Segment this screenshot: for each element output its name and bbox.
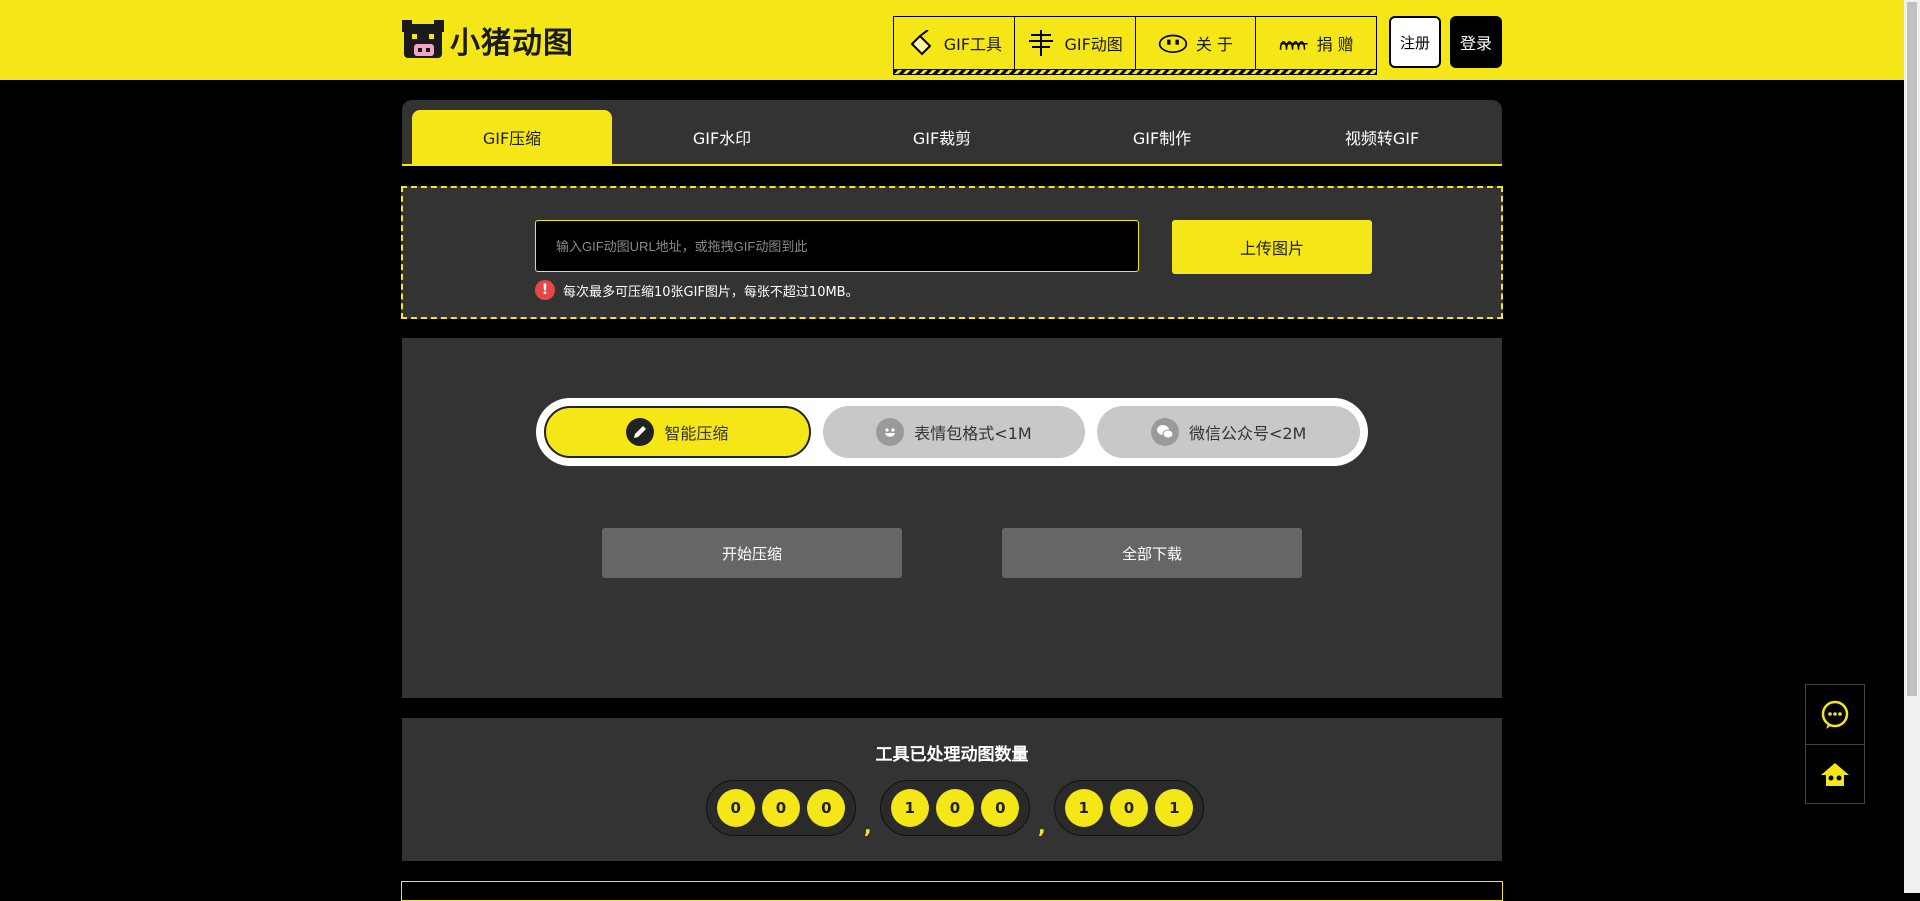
- tab-gif-compress[interactable]: GIF压缩: [412, 110, 612, 164]
- nav-gif-tools[interactable]: GIF工具: [894, 17, 1015, 69]
- mode-smart-compress[interactable]: 智能压缩: [544, 406, 811, 458]
- next-section-border: [401, 881, 1503, 901]
- main-nav: GIF工具 GIF动图 关 于 捐 赠: [893, 16, 1377, 75]
- counter-digit: 0: [1109, 789, 1148, 827]
- floating-widgets: [1805, 684, 1865, 804]
- processed-counter: 工具已处理动图数量 0 0 0 , 1 0 0 , 1 0 1: [402, 718, 1502, 861]
- compress-mode-selector: 智能压缩 表情包格式<1M 微信公众号<2M: [536, 398, 1368, 466]
- signpost-icon: [1029, 30, 1054, 56]
- back-to-top-icon: [1821, 762, 1849, 786]
- upload-tip: ! 每次最多可压缩10张GIF图片，每张不超过10MB。: [535, 280, 859, 300]
- logo-text: 小猪动图: [450, 26, 574, 61]
- login-button[interactable]: 登录: [1450, 16, 1502, 68]
- nav-label: GIF工具: [943, 35, 1003, 54]
- tab-video-to-gif[interactable]: 视频转GIF: [1272, 110, 1492, 164]
- register-button[interactable]: 注册: [1389, 16, 1441, 68]
- nav-label: 捐 赠: [1316, 35, 1354, 54]
- page-scrollbar[interactable]: [1904, 0, 1920, 893]
- download-all-button[interactable]: 全部下载: [1002, 528, 1302, 578]
- counter-digit: 0: [807, 789, 846, 827]
- counter-separator: ,: [1038, 814, 1046, 838]
- counter-digit: 1: [890, 789, 929, 827]
- nav-gif-animations[interactable]: GIF动图: [1015, 17, 1136, 69]
- fence-icon: [1279, 41, 1308, 50]
- counter-title: 工具已处理动图数量: [875, 745, 1029, 765]
- counter-digit: 0: [935, 789, 974, 827]
- counter-digit: 0: [716, 789, 755, 827]
- counter-digit: 0: [761, 789, 800, 827]
- nav-label: 关 于: [1195, 35, 1233, 54]
- pig-face-icon: [1158, 34, 1187, 53]
- mode-label: 智能压缩: [664, 424, 729, 443]
- counter-separator: ,: [864, 814, 872, 838]
- back-to-top-button[interactable]: [1806, 744, 1864, 804]
- pencil-icon: [626, 418, 655, 446]
- counter-digit: 1: [1064, 789, 1103, 827]
- wechat-icon: [1150, 418, 1179, 446]
- upload-tip-text: 每次最多可压缩10张GIF图片，每张不超过10MB。: [563, 284, 859, 300]
- chat-bubble-icon: [1821, 700, 1849, 729]
- smiley-icon: [876, 418, 905, 446]
- counter-digit: 1: [1155, 789, 1194, 827]
- tab-gif-watermark[interactable]: GIF水印: [612, 110, 832, 164]
- counter-group-2: 1 0 0: [880, 780, 1030, 836]
- top-header: 小猪动图 GIF工具 GIF动图 关 于 捐 赠 注册 登录: [0, 0, 1904, 80]
- pig-logo-icon: [402, 20, 444, 58]
- mode-label: 表情包格式<1M: [914, 424, 1032, 443]
- feedback-button[interactable]: [1806, 685, 1864, 744]
- tool-tabs: GIF压缩 GIF水印 GIF裁剪 GIF制作 视频转GIF: [402, 100, 1502, 166]
- mode-label: 微信公众号<2M: [1188, 424, 1307, 443]
- upload-image-button[interactable]: 上传图片: [1172, 220, 1372, 274]
- nav-about[interactable]: 关 于: [1136, 17, 1257, 69]
- counter-digit: 0: [981, 789, 1020, 827]
- tab-gif-crop[interactable]: GIF裁剪: [832, 110, 1052, 164]
- site-logo[interactable]: 小猪动图: [402, 20, 574, 61]
- nav-donate[interactable]: 捐 赠: [1256, 17, 1376, 69]
- mode-wechat-official[interactable]: 微信公众号<2M: [1097, 406, 1361, 458]
- shovel-icon: [910, 30, 932, 56]
- mode-sticker-format[interactable]: 表情包格式<1M: [822, 406, 1086, 458]
- upload-dropzone[interactable]: 上传图片 ! 每次最多可压缩10张GIF图片，每张不超过10MB。: [401, 186, 1503, 319]
- tab-gif-make[interactable]: GIF制作: [1052, 110, 1272, 164]
- compress-options-panel: 智能压缩 表情包格式<1M 微信公众号<2M 开始压缩 全部下载: [402, 338, 1502, 698]
- gif-url-input[interactable]: [535, 220, 1139, 272]
- counter-group-3: 1 0 1: [1054, 780, 1204, 836]
- nav-label: GIF动图: [1064, 35, 1123, 54]
- start-compress-button[interactable]: 开始压缩: [602, 528, 902, 578]
- warning-icon: !: [535, 280, 555, 300]
- scrollbar-thumb[interactable]: [1907, 2, 1917, 696]
- counter-group-1: 0 0 0: [706, 780, 856, 836]
